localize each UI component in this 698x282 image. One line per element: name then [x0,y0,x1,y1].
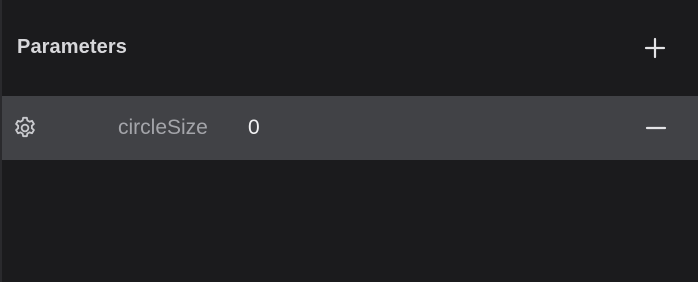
add-parameter-button[interactable] [643,36,667,60]
parameter-value-input[interactable]: 0 [248,116,288,140]
parameter-row[interactable]: circleSize 0 [2,96,698,160]
plus-icon [644,37,666,59]
parameters-panel: Parameters circleSize 0 [0,0,698,282]
gear-icon [15,116,35,138]
panel-title: Parameters [17,36,127,58]
parameters-header: Parameters [2,0,698,96]
remove-parameter-button[interactable] [644,116,668,140]
parameter-name: circleSize [118,116,208,139]
minus-icon [645,126,667,130]
parameter-settings-button[interactable] [12,115,38,141]
